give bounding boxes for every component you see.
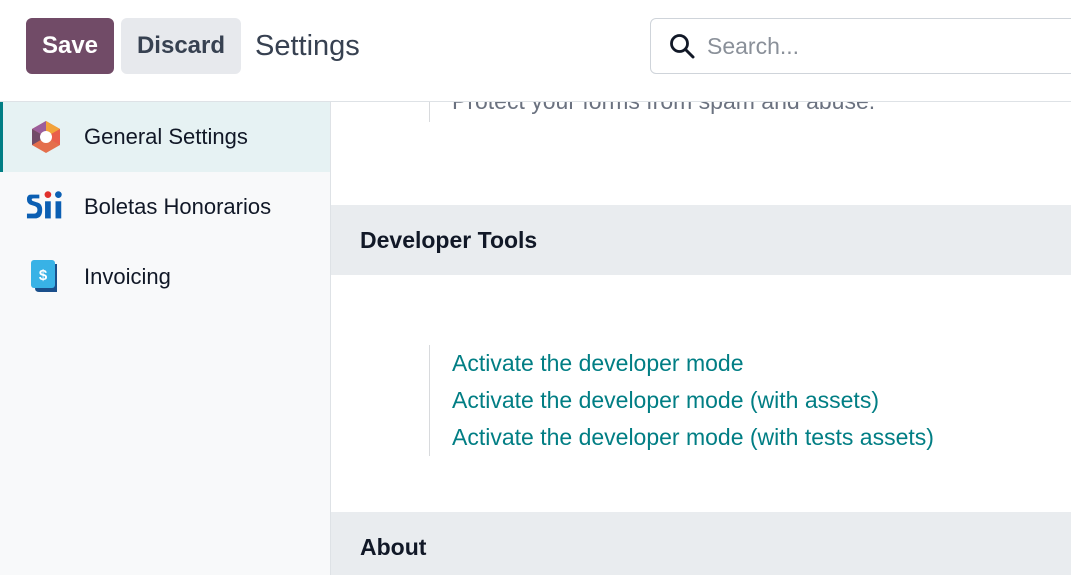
general-settings-icon [26, 117, 66, 157]
sidebar-item-boletas-honorarios[interactable]: Boletas Honorarios [0, 172, 330, 242]
control-panel: Save Discard Settings [0, 0, 1071, 102]
activate-developer-mode-assets-link[interactable]: Activate the developer mode (with assets… [452, 382, 934, 419]
sidebar-item-general-settings[interactable]: General Settings [0, 102, 330, 172]
discard-button[interactable]: Discard [121, 18, 241, 74]
activate-developer-mode-link[interactable]: Activate the developer mode [452, 345, 934, 382]
sidebar-item-label: Invoicing [84, 264, 171, 289]
developer-tools-links: Activate the developer mode Activate the… [429, 345, 934, 456]
sidebar-item-label: Boletas Honorarios [84, 194, 272, 219]
settings-sidebar: General Settings Boletas Honorarios $ In… [0, 102, 331, 575]
page-title: Settings [255, 30, 360, 62]
search-box[interactable] [650, 18, 1071, 74]
activate-developer-mode-tests-assets-link[interactable]: Activate the developer mode (with tests … [452, 419, 934, 456]
save-button[interactable]: Save [26, 18, 114, 74]
sii-icon [26, 187, 66, 227]
section-about: About [331, 512, 1071, 575]
invoicing-icon: $ [26, 257, 66, 297]
sidebar-item-label: General Settings [84, 124, 248, 149]
section-developer-tools: Developer Tools [331, 205, 1071, 275]
sidebar-item-invoicing[interactable]: $ Invoicing [0, 242, 330, 312]
svg-text:$: $ [39, 267, 48, 284]
setting-description: Protect your forms from spam and abuse. [452, 102, 875, 115]
search-input[interactable] [707, 32, 1047, 60]
search-icon [669, 32, 697, 60]
setting-divider [429, 102, 430, 122]
settings-content: Protect your forms from spam and abuse. … [331, 102, 1071, 575]
